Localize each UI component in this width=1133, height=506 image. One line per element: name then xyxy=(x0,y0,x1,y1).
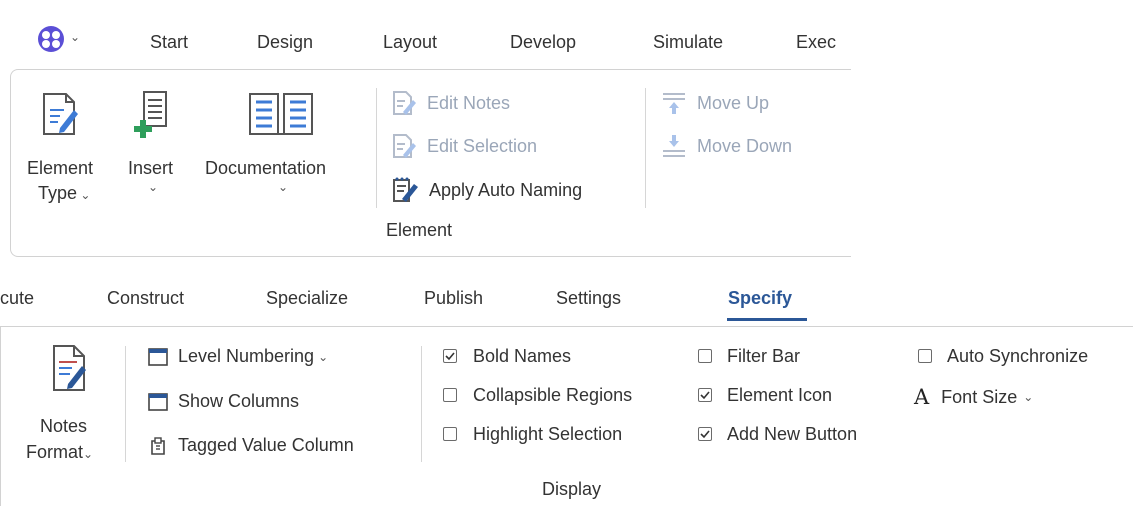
move-up-button[interactable]: Move Up xyxy=(661,90,769,116)
highlight-selection-label[interactable]: Highlight Selection xyxy=(473,424,622,445)
font-size-label: Font Size xyxy=(941,386,1018,407)
tab-execute-partial[interactable]: Exec xyxy=(796,32,839,53)
font-size-icon: A xyxy=(914,385,930,409)
show-columns-label: Show Columns xyxy=(178,391,300,411)
edit-notes-button[interactable]: Edit Notes xyxy=(391,90,510,116)
show-columns-button[interactable]: Show Columns xyxy=(148,391,299,412)
edit-notes-label: Edit Notes xyxy=(427,92,511,113)
move-down-button[interactable]: Move Down xyxy=(661,133,792,159)
tagged-value-column-label: Tagged Value Column xyxy=(178,435,354,455)
tagged-value-column-button[interactable]: Tagged Value Column xyxy=(148,435,354,456)
tag-icon xyxy=(151,436,165,455)
highlight-selection-checkbox[interactable] xyxy=(443,427,457,441)
separator xyxy=(421,346,422,462)
checkmark-icon xyxy=(700,430,710,439)
tab-construct[interactable]: Construct xyxy=(107,288,184,309)
chevron-down-icon: ⌄ xyxy=(77,188,91,202)
book-icon xyxy=(248,90,314,138)
edit-selection-button[interactable]: Edit Selection xyxy=(391,133,537,159)
documentation-chevron-down-icon: ⌄ xyxy=(278,180,289,194)
tab-specialize[interactable]: Specialize xyxy=(266,288,348,309)
filter-bar-label[interactable]: Filter Bar xyxy=(727,346,800,367)
move-up-icon xyxy=(663,93,685,114)
display-group-label: Display xyxy=(542,479,602,499)
checkmark-icon xyxy=(700,391,710,400)
edit-notes-icon xyxy=(393,91,416,115)
add-new-button-label[interactable]: Add New Button xyxy=(727,424,857,445)
tab-specify[interactable]: Specify xyxy=(728,288,792,309)
add-new-button-checkbox[interactable] xyxy=(698,427,712,441)
element-type-label-line1: Element xyxy=(27,158,94,178)
app-logo-icon[interactable] xyxy=(36,24,66,54)
logo-dropdown-chevron-icon[interactable]: ⌄ xyxy=(70,30,80,44)
tab-design[interactable]: Design xyxy=(257,32,313,53)
tab-start[interactable]: Start xyxy=(150,32,188,53)
notes-format-icon xyxy=(50,344,90,392)
insert-label: Insert xyxy=(128,158,174,178)
notes-format-label-line1: Notes xyxy=(40,416,88,436)
element-type-label-line2: Type ⌄ xyxy=(38,183,91,203)
insert-chevron-down-icon: ⌄ xyxy=(148,180,159,194)
auto-synchronize-label[interactable]: Auto Synchronize xyxy=(947,346,1088,367)
notes-format-label-line2: Format⌄ xyxy=(26,442,94,462)
font-size-button[interactable]: A Font Size ⌄ xyxy=(914,385,1033,409)
separator xyxy=(125,346,126,462)
documentation-button[interactable] xyxy=(204,84,366,214)
collapsible-regions-checkbox[interactable] xyxy=(443,388,457,402)
active-tab-underline xyxy=(727,318,807,321)
tab-develop[interactable]: Develop xyxy=(510,32,576,53)
level-numbering-button[interactable]: Level Numbering ⌄ xyxy=(148,346,328,367)
element-type-icon xyxy=(40,92,80,136)
bold-names-label[interactable]: Bold Names xyxy=(473,346,571,367)
tab-settings[interactable]: Settings xyxy=(556,288,621,309)
checkmark-icon xyxy=(445,352,455,361)
chevron-down-icon: ⌄ xyxy=(83,447,94,461)
element-icon-checkbox[interactable] xyxy=(698,388,712,402)
edit-selection-label: Edit Selection xyxy=(427,135,538,156)
tab-layout[interactable]: Layout xyxy=(383,32,437,53)
bold-names-checkbox[interactable] xyxy=(443,349,457,363)
element-icon-label[interactable]: Element Icon xyxy=(727,385,832,406)
ribbon-panel-bottom-top-border xyxy=(0,326,1133,327)
move-up-label: Move Up xyxy=(697,92,770,113)
apply-auto-naming-label: Apply Auto Naming xyxy=(429,179,583,200)
auto-naming-icon xyxy=(393,177,418,202)
documentation-label: Documentation xyxy=(205,158,327,178)
auto-synchronize-checkbox[interactable] xyxy=(918,349,932,363)
insert-button[interactable] xyxy=(124,84,194,214)
window-icon xyxy=(148,347,168,366)
level-numbering-label: Level Numbering xyxy=(178,346,315,366)
separator xyxy=(645,88,646,208)
filter-bar-checkbox[interactable] xyxy=(698,349,712,363)
element-group-label: Element xyxy=(386,220,453,240)
collapsible-regions-label[interactable]: Collapsible Regions xyxy=(473,385,632,406)
insert-icon xyxy=(134,90,168,142)
apply-auto-naming-button[interactable]: Apply Auto Naming xyxy=(391,176,582,204)
separator xyxy=(376,88,377,208)
ribbon-panel-bottom-left-border xyxy=(0,326,1,506)
edit-selection-icon xyxy=(393,134,416,158)
tab-simulate[interactable]: Simulate xyxy=(653,32,723,53)
chevron-down-icon: ⌄ xyxy=(1023,390,1034,404)
tab-execute-partial[interactable]: cute xyxy=(0,288,34,309)
chevron-down-icon: ⌄ xyxy=(318,349,329,364)
window-icon xyxy=(148,392,168,411)
move-down-label: Move Down xyxy=(697,135,793,156)
move-down-icon xyxy=(663,135,685,157)
tab-publish[interactable]: Publish xyxy=(424,288,483,309)
